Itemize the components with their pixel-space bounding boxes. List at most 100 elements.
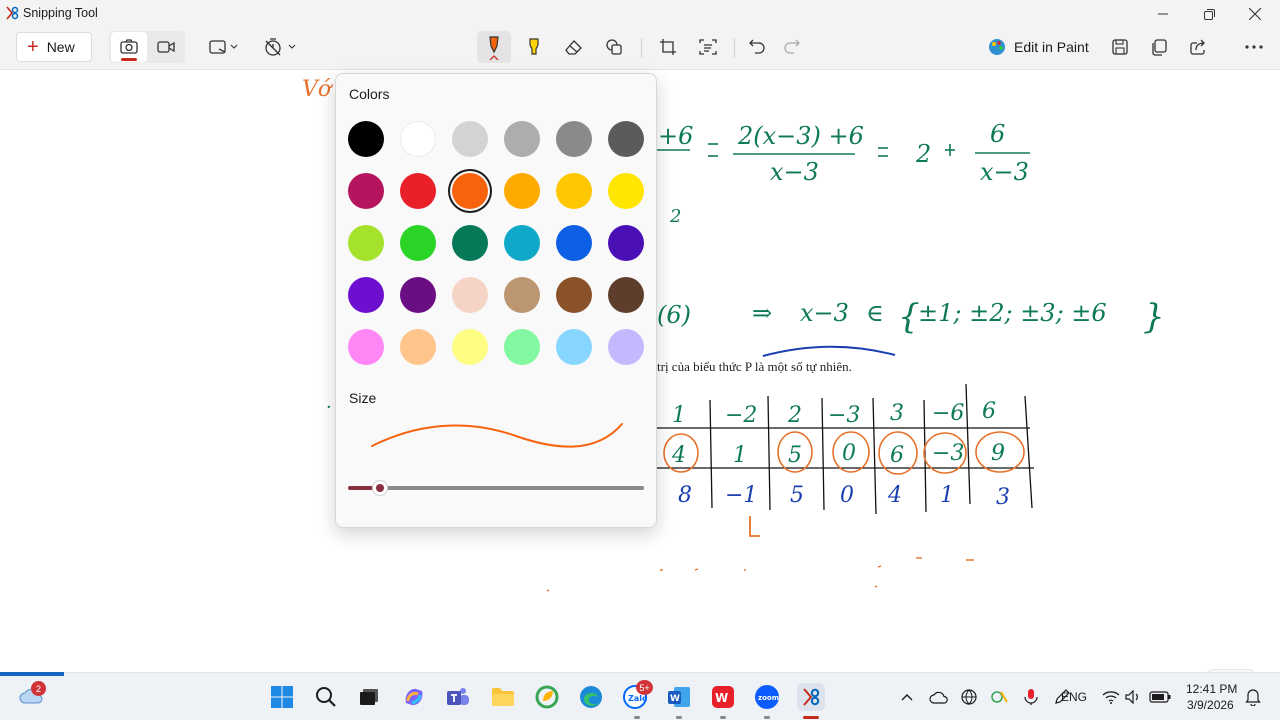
- running-indicator: [764, 716, 770, 719]
- undo-button[interactable]: [743, 32, 771, 62]
- color-swatch[interactable]: [452, 329, 488, 365]
- color-swatch[interactable]: [504, 173, 540, 209]
- highlighter-button[interactable]: [520, 32, 548, 62]
- color-swatch[interactable]: [452, 277, 488, 313]
- color-swatch[interactable]: [608, 277, 644, 313]
- color-swatch[interactable]: [556, 225, 592, 261]
- task-view-button[interactable]: [355, 683, 383, 711]
- share-button[interactable]: [1184, 32, 1212, 62]
- share-icon: [1189, 39, 1205, 55]
- color-swatch[interactable]: [504, 329, 540, 365]
- color-swatch[interactable]: [348, 121, 384, 157]
- volume-tray-icon[interactable]: [1120, 683, 1148, 711]
- video-mode-button[interactable]: [149, 32, 183, 62]
- folder-icon: [492, 688, 514, 706]
- speaker-icon: [1125, 690, 1138, 704]
- onedrive-tray-icon[interactable]: [925, 683, 953, 711]
- start-button[interactable]: [268, 683, 296, 711]
- size-slider-thumb[interactable]: [371, 480, 388, 496]
- color-swatch[interactable]: [504, 277, 540, 313]
- svg-text:∈: ∈: [866, 299, 884, 327]
- color-swatch[interactable]: [556, 121, 592, 157]
- svg-text:4: 4: [671, 443, 686, 468]
- snip-shape-dropdown[interactable]: [203, 32, 243, 62]
- color-swatch[interactable]: [348, 225, 384, 261]
- color-swatch[interactable]: [348, 277, 384, 313]
- text-actions-icon: [699, 39, 717, 55]
- screenshot-caption-text: trị của biểu thức P là một số tự nhiên.: [657, 359, 852, 374]
- restore-button[interactable]: [1186, 0, 1232, 28]
- minimize-icon: [1158, 13, 1168, 15]
- color-swatch[interactable]: [400, 277, 436, 313]
- search-button[interactable]: [312, 683, 340, 711]
- running-indicator: [720, 716, 726, 719]
- color-swatch[interactable]: [504, 121, 540, 157]
- edit-in-paint-button[interactable]: Edit in Paint: [988, 32, 1089, 62]
- app-tray-icon-1[interactable]: [986, 683, 1014, 711]
- color-swatch[interactable]: [608, 173, 644, 209]
- save-button[interactable]: [1106, 32, 1134, 62]
- green-app-button[interactable]: [533, 683, 561, 711]
- svg-text:3: 3: [996, 485, 1010, 510]
- save-icon: [1112, 39, 1128, 55]
- microphone-icon: [1024, 689, 1038, 705]
- snipping-tool-taskbar-button[interactable]: [797, 683, 825, 711]
- color-swatch[interactable]: [400, 121, 436, 157]
- network-globe-tray-icon[interactable]: [956, 683, 984, 711]
- word-button[interactable]: W: [665, 683, 693, 711]
- minimize-button[interactable]: [1140, 0, 1186, 28]
- edge-browser-button[interactable]: [577, 683, 605, 711]
- title-bar: Snipping Tool: [0, 0, 1280, 28]
- color-swatch[interactable]: [608, 225, 644, 261]
- color-swatch[interactable]: [452, 173, 488, 209]
- close-button[interactable]: [1232, 0, 1278, 28]
- language-indicator[interactable]: ENG: [1061, 690, 1087, 704]
- new-snip-button[interactable]: + New: [16, 32, 92, 62]
- more-options-button[interactable]: [1240, 32, 1268, 62]
- color-swatch[interactable]: [556, 277, 592, 313]
- teams-button[interactable]: [444, 683, 472, 711]
- running-indicator: [676, 716, 682, 719]
- clock-date[interactable]: 3/9/2026: [1187, 698, 1234, 712]
- color-swatch[interactable]: [608, 329, 644, 365]
- color-swatch[interactable]: [608, 121, 644, 157]
- word-icon: W: [668, 687, 690, 707]
- delay-timer-dropdown[interactable]: [260, 32, 300, 62]
- edit-in-paint-label: Edit in Paint: [1014, 39, 1089, 55]
- search-icon: [316, 687, 336, 707]
- task-view-icon: [360, 689, 378, 705]
- copilot-button[interactable]: [400, 683, 428, 711]
- crop-button[interactable]: [654, 32, 682, 62]
- copy-button[interactable]: [1145, 32, 1173, 62]
- zoom-button[interactable]: zoom: [753, 683, 781, 711]
- color-swatch[interactable]: [504, 225, 540, 261]
- clock-time[interactable]: 12:41 PM: [1186, 682, 1237, 696]
- color-swatch[interactable]: [348, 329, 384, 365]
- color-swatch[interactable]: [452, 225, 488, 261]
- color-swatch[interactable]: [400, 225, 436, 261]
- eraser-button[interactable]: [560, 32, 588, 62]
- color-swatch[interactable]: [556, 173, 592, 209]
- shapes-button[interactable]: [600, 32, 628, 62]
- input-tray-icon[interactable]: [1017, 683, 1045, 711]
- ballpoint-pen-button[interactable]: [480, 32, 508, 62]
- notification-center-button[interactable]: [1239, 683, 1267, 711]
- size-slider-track[interactable]: [380, 486, 644, 490]
- svg-text:−3: −3: [828, 403, 860, 428]
- stroke-preview: [371, 423, 623, 448]
- screenshot-mode-button[interactable]: [111, 32, 147, 62]
- redo-button[interactable]: [778, 32, 806, 62]
- file-explorer-button[interactable]: [489, 683, 517, 711]
- svg-text:±1; ±2; ±3; ±6: ±1; ±2; ±3; ±6: [918, 299, 1107, 327]
- show-hidden-icons-button[interactable]: [893, 683, 921, 711]
- color-swatch[interactable]: [452, 121, 488, 157]
- color-swatch[interactable]: [400, 329, 436, 365]
- color-swatch[interactable]: [556, 329, 592, 365]
- color-swatch[interactable]: [400, 173, 436, 209]
- text-actions-button[interactable]: [694, 32, 722, 62]
- stroke-preview-line: [371, 423, 623, 448]
- battery-tray-icon[interactable]: [1146, 683, 1174, 711]
- wps-office-button[interactable]: W: [709, 683, 737, 711]
- color-swatch[interactable]: [348, 173, 384, 209]
- svg-text:2: 2: [915, 140, 931, 168]
